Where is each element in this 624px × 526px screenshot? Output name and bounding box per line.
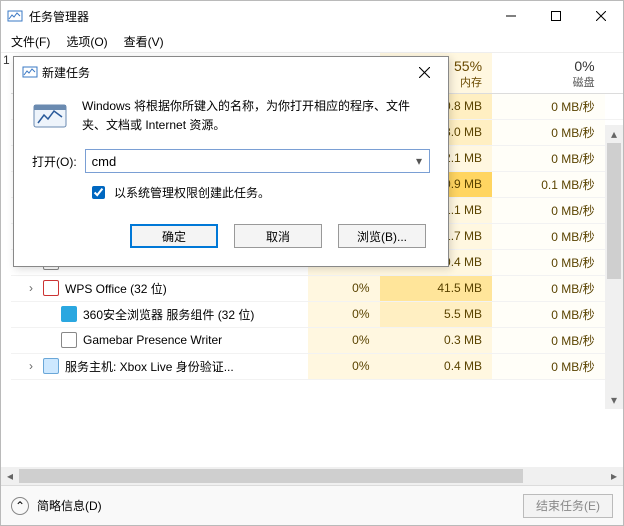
process-icon <box>43 358 59 374</box>
process-icon <box>61 332 77 348</box>
menu-file[interactable]: 文件(F) <box>5 31 56 52</box>
admin-checkbox[interactable] <box>92 186 105 199</box>
horizontal-scrollbar[interactable]: ◂ ▸ <box>1 467 623 485</box>
process-icon <box>43 280 59 296</box>
disk-cell: 0 MB/秒 <box>492 353 605 379</box>
open-label: 打开(O): <box>32 153 77 170</box>
end-task-button[interactable]: 结束任务(E) <box>523 494 613 518</box>
process-name: 服务主机: Xbox Live 身份验证... <box>65 358 234 375</box>
titlebar: 任务管理器 <box>1 1 623 31</box>
minimize-button[interactable] <box>488 1 533 31</box>
memory-cell: 0.3 MB <box>380 327 493 353</box>
brief-info-link[interactable]: 简略信息(D) <box>37 497 102 514</box>
maximize-button[interactable] <box>533 1 578 31</box>
memory-cell: 5.5 MB <box>380 301 493 327</box>
table-row[interactable]: Gamebar Presence Writer 0%0.3 MB0 MB/秒 <box>1 327 623 353</box>
run-dialog: 新建任务 Windows 将根据你所键入的名称，为你打开相应的程序、文件夹、文档… <box>13 56 449 267</box>
disk-cell: 0 MB/秒 <box>492 223 605 249</box>
memory-cell: 41.5 MB <box>380 275 493 301</box>
disk-cell: 0 MB/秒 <box>492 301 605 327</box>
disk-cell: 0 MB/秒 <box>492 145 605 171</box>
process-name: Gamebar Presence Writer <box>83 333 222 347</box>
col-scroll-spacer <box>605 53 623 93</box>
browse-button[interactable]: 浏览(B)... <box>338 224 426 248</box>
left-gutter: 1 <box>1 53 11 467</box>
run-icon <box>32 97 68 133</box>
app-icon <box>7 8 23 24</box>
dialog-icon <box>22 64 38 80</box>
menu-view[interactable]: 查看(V) <box>118 31 170 52</box>
disk-lbl: 磁盘 <box>502 74 595 90</box>
close-icon <box>419 67 430 78</box>
disk-cell: 0 MB/秒 <box>492 197 605 223</box>
menubar: 文件(F) 选项(O) 查看(V) <box>1 31 623 53</box>
open-combobox[interactable]: ▾ <box>85 149 430 173</box>
cpu-cell: 0% <box>308 327 380 353</box>
cpu-cell: 0% <box>308 301 380 327</box>
disk-pct: 0% <box>502 58 595 74</box>
process-name-cell[interactable]: › 服务主机: Xbox Live 身份验证... <box>1 353 308 379</box>
chevron-up-icon[interactable]: ⌃ <box>11 497 29 515</box>
scroll-down-icon[interactable]: ▾ <box>605 391 623 409</box>
disk-cell: 0 MB/秒 <box>492 327 605 353</box>
table-row[interactable]: 360安全浏览器 服务组件 (32 位) 0%5.5 MB0 MB/秒 <box>1 301 623 327</box>
dialog-title: 新建任务 <box>42 64 90 81</box>
process-name-cell[interactable]: Gamebar Presence Writer <box>1 327 308 353</box>
dialog-titlebar: 新建任务 <box>14 57 448 87</box>
menu-options[interactable]: 选项(O) <box>60 31 113 52</box>
dialog-description: Windows 将根据你所键入的名称，为你打开相应的程序、文件夹、文档或 Int… <box>82 97 430 135</box>
open-input[interactable] <box>85 149 430 173</box>
expand-icon[interactable]: › <box>25 281 37 295</box>
expand-icon[interactable]: › <box>25 359 37 373</box>
cancel-button[interactable]: 取消 <box>234 224 322 248</box>
window-title: 任务管理器 <box>29 8 89 25</box>
disk-cell: 0.1 MB/秒 <box>492 171 605 197</box>
cpu-cell: 0% <box>308 353 380 379</box>
scroll-right-icon[interactable]: ▸ <box>605 467 623 485</box>
dialog-close-button[interactable] <box>404 58 444 86</box>
footer: ⌃ 简略信息(D) 结束任务(E) <box>1 485 623 525</box>
process-name: WPS Office (32 位) <box>65 280 167 297</box>
cpu-cell: 0% <box>308 275 380 301</box>
col-disk[interactable]: 0% 磁盘 <box>492 53 605 93</box>
process-name: 360安全浏览器 服务组件 (32 位) <box>83 306 254 323</box>
close-button[interactable] <box>578 1 623 31</box>
disk-cell: 0 MB/秒 <box>492 93 605 119</box>
hscroll-thumb[interactable] <box>19 469 523 483</box>
disk-cell: 0 MB/秒 <box>492 275 605 301</box>
disk-cell: 0 MB/秒 <box>492 119 605 145</box>
disk-cell: 0 MB/秒 <box>492 249 605 275</box>
memory-cell: 0.4 MB <box>380 353 493 379</box>
process-name-cell[interactable]: › WPS Office (32 位) <box>1 275 308 301</box>
vertical-scrollbar[interactable]: ▴ ▾ <box>605 125 623 409</box>
table-row[interactable]: › 服务主机: Xbox Live 身份验证... 0%0.4 MB0 MB/秒 <box>1 353 623 379</box>
task-manager-window: 任务管理器 文件(F) 选项(O) 查看(V) 1 <box>0 0 624 526</box>
process-icon <box>61 306 77 322</box>
ok-button[interactable]: 确定 <box>130 224 218 248</box>
process-name-cell[interactable]: 360安全浏览器 服务组件 (32 位) <box>1 301 308 327</box>
chevron-down-icon[interactable]: ▾ <box>409 150 429 172</box>
vscroll-thumb[interactable] <box>607 143 621 279</box>
scroll-up-icon[interactable]: ▴ <box>605 125 623 143</box>
scroll-left-icon[interactable]: ◂ <box>1 467 19 485</box>
gutter-text: 1 <box>1 53 11 67</box>
admin-checkbox-label: 以系统管理权限创建此任务。 <box>114 184 270 201</box>
table-row[interactable]: › WPS Office (32 位) 0%41.5 MB0 MB/秒 <box>1 275 623 301</box>
